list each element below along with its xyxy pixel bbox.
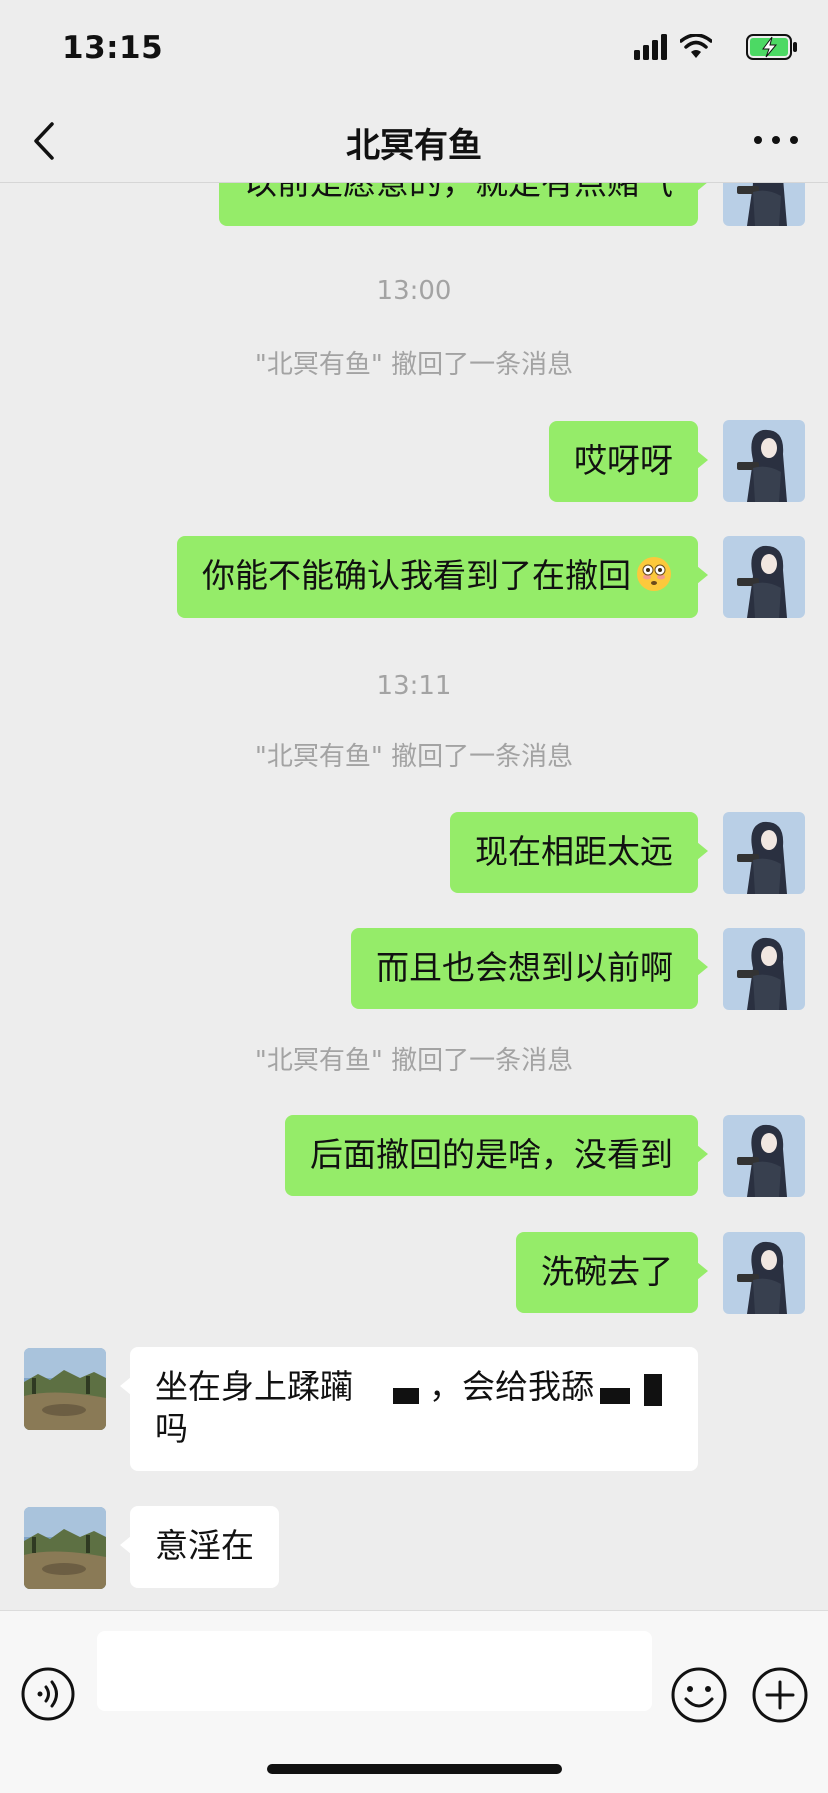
message-text: 洗碗去了 — [541, 1252, 673, 1291]
my-avatar[interactable] — [723, 420, 805, 502]
voice-icon — [21, 1667, 75, 1721]
emoji-button[interactable] — [670, 1666, 728, 1724]
message-bubble-outgoing[interactable]: 后面撤回的是啥，没看到 — [285, 1115, 708, 1196]
my-avatar[interactable] — [723, 1232, 805, 1314]
system-message-recalled: "北冥有鱼" 撤回了一条消息 — [254, 742, 574, 772]
message-text: 以前是愿意的，就是有点赌气 — [244, 183, 673, 202]
message-input[interactable] — [97, 1631, 652, 1711]
wifi-icon — [680, 34, 712, 58]
message-text: 现在相距太远 — [475, 832, 673, 871]
message-bubble-outgoing[interactable]: 现在相距太远 — [450, 812, 708, 893]
timestamp: 13:11 — [376, 671, 452, 701]
message-text-line: 吗 — [155, 1409, 188, 1448]
status-time: 13:15 — [62, 30, 164, 66]
message-bubble-incoming[interactable]: 坐在身上蹂躏 ，会给我舔 吗 — [120, 1347, 698, 1471]
system-message-recalled: "北冥有鱼" 撤回了一条消息 — [254, 1046, 574, 1076]
message-bubble-outgoing[interactable]: 以前是愿意的，就是有点赌气 — [219, 183, 708, 226]
contact-avatar[interactable] — [24, 1507, 106, 1589]
message-text: 而且也会想到以前啊 — [376, 948, 673, 987]
chat-title: 北冥有鱼 — [346, 126, 482, 166]
signal-icon — [634, 34, 667, 60]
emoji-face-icon — [671, 1667, 727, 1723]
my-avatar[interactable] — [723, 812, 805, 894]
input-bar — [0, 1610, 828, 1793]
message-bubble-outgoing[interactable]: 哎呀呀 — [549, 421, 708, 502]
flushed-face-emoji — [637, 557, 671, 591]
message-text: 后面撤回的是啥，没看到 — [310, 1135, 673, 1174]
my-avatar[interactable] — [723, 183, 805, 226]
plus-circle-icon — [752, 1667, 808, 1723]
voice-button[interactable] — [20, 1666, 76, 1722]
more-dots-icon — [754, 136, 798, 144]
my-avatar[interactable] — [723, 928, 805, 1010]
message-text-line: 坐在身上蹂躏 ，会给我舔 — [155, 1366, 673, 1408]
nav-bar: 北冥有鱼 — [0, 100, 828, 183]
home-indicator — [267, 1764, 562, 1774]
message-text: 意淫在 — [155, 1526, 254, 1565]
my-avatar[interactable] — [723, 536, 805, 618]
system-message-recalled: "北冥有鱼" 撤回了一条消息 — [254, 350, 574, 380]
chat-scroll-area[interactable]: 以前是愿意的，就是有点赌气 13:00 "北冥有鱼" 撤回了一条消息 哎呀呀 你… — [0, 183, 828, 1610]
timestamp: 13:00 — [376, 276, 452, 306]
message-bubble-outgoing[interactable]: 你能不能确认我看到了在撤回 — [177, 536, 708, 618]
redaction-mark — [644, 1374, 662, 1406]
redaction-mark — [600, 1388, 630, 1404]
message-text: 你能不能确认我看到了在撤回 — [202, 556, 631, 595]
more-button[interactable] — [746, 118, 806, 162]
status-bar: 13:15 — [0, 0, 828, 100]
message-bubble-incoming[interactable]: 意淫在 — [120, 1506, 279, 1588]
my-avatar[interactable] — [723, 1115, 805, 1197]
message-bubble-outgoing[interactable]: 洗碗去了 — [516, 1232, 708, 1313]
more-functions-button[interactable] — [751, 1666, 809, 1724]
contact-avatar[interactable] — [24, 1348, 106, 1430]
battery-charging-icon — [746, 34, 797, 60]
message-bubble-outgoing[interactable]: 而且也会想到以前啊 — [351, 928, 708, 1009]
message-text: 哎呀呀 — [574, 441, 673, 480]
redaction-mark — [393, 1388, 419, 1404]
